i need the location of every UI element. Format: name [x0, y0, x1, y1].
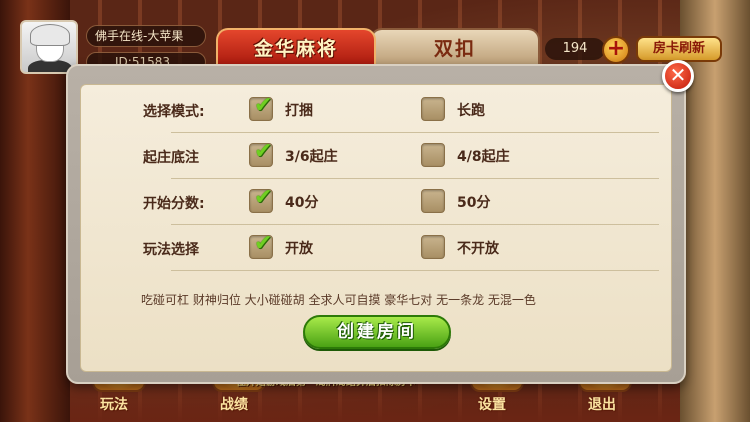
- bottom-nav-label-exit[interactable]: 退出: [588, 394, 616, 414]
- option-base-bet-a[interactable]: 3/6起庄: [285, 146, 338, 166]
- background-pillar-right: [680, 0, 750, 422]
- option-mode-b[interactable]: 长跑: [457, 100, 485, 120]
- tab-shuangkou[interactable]: 双扣: [370, 28, 540, 68]
- checkbox-play-style-b[interactable]: [421, 235, 445, 259]
- checkbox-start-score-b[interactable]: [421, 189, 445, 213]
- create-room-button[interactable]: 创建房间: [303, 315, 451, 349]
- checkmark-icon: ✔: [254, 139, 273, 164]
- dialog-content-panel: 选择模式: ✔ 打捆 长跑 起庄底注 ✔ 3/6起庄 4/8起庄 开始分数: ✔: [80, 84, 672, 372]
- option-mode-a[interactable]: 打捆: [285, 100, 313, 120]
- option-row-base-bet: 起庄底注 ✔ 3/6起庄 4/8起庄: [81, 135, 673, 179]
- option-start-score-b[interactable]: 50分: [457, 192, 490, 212]
- option-row-mode: 选择模式: ✔ 打捆 长跑: [81, 89, 673, 133]
- row-divider: [171, 132, 659, 133]
- option-play-style-b[interactable]: 不开放: [457, 238, 499, 258]
- checkmark-icon: ✔: [254, 231, 273, 256]
- row-divider: [171, 270, 659, 271]
- refresh-room-card-button[interactable]: 房卡刷新: [636, 36, 722, 62]
- checkbox-play-style-a[interactable]: ✔: [249, 231, 273, 259]
- row-label-start-score: 开始分数:: [143, 196, 205, 212]
- user-name: 佛手在线-大苹果: [86, 25, 206, 47]
- bottom-nav-label-help[interactable]: 玩法: [100, 394, 128, 414]
- bottom-nav-label-settings[interactable]: 设置: [478, 394, 506, 414]
- checkbox-mode-a[interactable]: ✔: [249, 93, 273, 121]
- checkbox-base-bet-a[interactable]: ✔: [249, 139, 273, 167]
- option-base-bet-b[interactable]: 4/8起庄: [457, 146, 510, 166]
- checkmark-icon: ✔: [254, 93, 273, 118]
- row-label-play-style: 玩法选择: [143, 242, 199, 258]
- create-room-dialog: 选择模式: ✔ 打捆 长跑 起庄底注 ✔ 3/6起庄 4/8起庄 开始分数: ✔: [66, 64, 686, 384]
- option-row-play-style: 玩法选择 ✔ 开放 不开放: [81, 227, 673, 271]
- row-label-mode: 选择模式:: [143, 104, 205, 120]
- checkbox-start-score-a[interactable]: ✔: [249, 185, 273, 213]
- room-card-count: 194: [545, 38, 605, 60]
- row-divider: [171, 224, 659, 225]
- option-start-score-a[interactable]: 40分: [285, 192, 318, 212]
- row-divider: [171, 178, 659, 179]
- avatar-hair-shape: [30, 24, 70, 46]
- close-icon[interactable]: ✕: [662, 60, 694, 92]
- bottom-nav-label-record[interactable]: 战绩: [220, 394, 248, 414]
- add-room-card-button[interactable]: +: [602, 36, 630, 64]
- tab-jinhua-mahjong[interactable]: 金华麻将: [216, 28, 376, 68]
- row-label-base-bet: 起庄底注: [143, 150, 199, 166]
- rules-summary: 吃碰可杠 财神归位 大小碰碰胡 全求人可自摸 豪华七对 无一条龙 无混一色: [141, 293, 536, 307]
- option-play-style-a[interactable]: 开放: [285, 238, 313, 258]
- checkbox-base-bet-b[interactable]: [421, 143, 445, 167]
- checkbox-mode-b[interactable]: [421, 97, 445, 121]
- checkmark-icon: ✔: [254, 185, 273, 210]
- option-row-start-score: 开始分数: ✔ 40分 50分: [81, 181, 673, 225]
- avatar-body-shape: [28, 60, 72, 72]
